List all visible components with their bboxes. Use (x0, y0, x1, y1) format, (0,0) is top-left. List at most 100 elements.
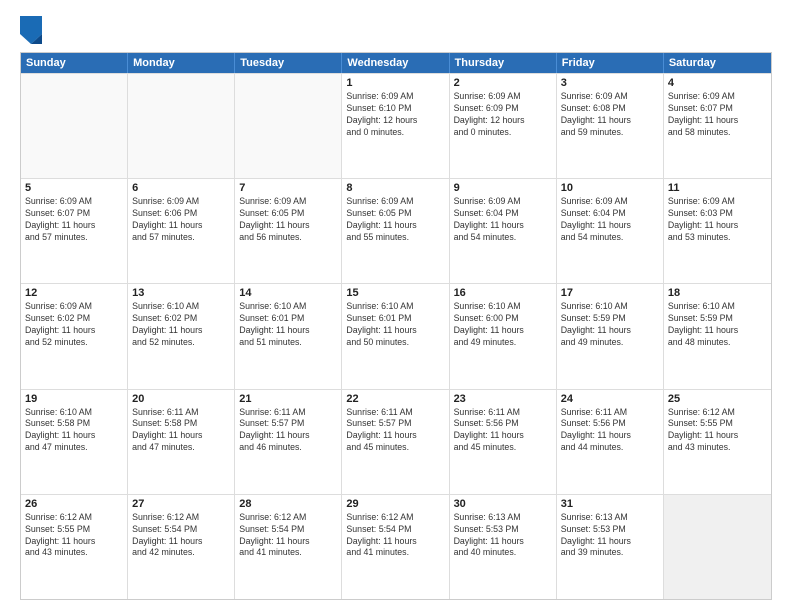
cell-info: Sunrise: 6:09 AMSunset: 6:03 PMDaylight:… (668, 196, 767, 244)
day-number: 4 (668, 77, 767, 89)
cell-info: Sunrise: 6:10 AMSunset: 6:01 PMDaylight:… (346, 301, 444, 349)
day-number: 28 (239, 498, 337, 510)
cal-header-sunday: Sunday (21, 53, 128, 73)
cell-info: Sunrise: 6:11 AMSunset: 5:57 PMDaylight:… (346, 407, 444, 455)
day-number: 13 (132, 287, 230, 299)
cell-info: Sunrise: 6:09 AMSunset: 6:07 PMDaylight:… (25, 196, 123, 244)
cell-info: Sunrise: 6:10 AMSunset: 6:02 PMDaylight:… (132, 301, 230, 349)
cell-info: Sunrise: 6:10 AMSunset: 6:01 PMDaylight:… (239, 301, 337, 349)
cal-cell-24: 24 Sunrise: 6:11 AMSunset: 5:56 PMDayligh… (557, 390, 664, 494)
day-number: 25 (668, 393, 767, 405)
cal-cell-empty-4-6 (664, 495, 771, 599)
cell-info: Sunrise: 6:13 AMSunset: 5:53 PMDaylight:… (454, 512, 552, 560)
day-number: 15 (346, 287, 444, 299)
day-number: 1 (346, 77, 444, 89)
cal-cell-23: 23 Sunrise: 6:11 AMSunset: 5:56 PMDayligh… (450, 390, 557, 494)
day-number: 2 (454, 77, 552, 89)
cell-info: Sunrise: 6:09 AMSunset: 6:04 PMDaylight:… (454, 196, 552, 244)
cal-cell-6: 6 Sunrise: 6:09 AMSunset: 6:06 PMDaylight… (128, 179, 235, 283)
cal-cell-12: 12 Sunrise: 6:09 AMSunset: 6:02 PMDayligh… (21, 284, 128, 388)
cell-info: Sunrise: 6:10 AMSunset: 6:00 PMDaylight:… (454, 301, 552, 349)
cell-info: Sunrise: 6:12 AMSunset: 5:54 PMDaylight:… (132, 512, 230, 560)
cal-cell-empty-0-1 (128, 74, 235, 178)
cal-cell-8: 8 Sunrise: 6:09 AMSunset: 6:05 PMDaylight… (342, 179, 449, 283)
cal-cell-5: 5 Sunrise: 6:09 AMSunset: 6:07 PMDaylight… (21, 179, 128, 283)
day-number: 23 (454, 393, 552, 405)
cal-cell-3: 3Sunrise: 6:09 AMSunset: 6:08 PMDaylight… (557, 74, 664, 178)
cell-info: Sunrise: 6:10 AMSunset: 5:58 PMDaylight:… (25, 407, 123, 455)
day-number: 24 (561, 393, 659, 405)
day-number: 8 (346, 182, 444, 194)
cal-cell-29: 29Sunrise: 6:12 AMSunset: 5:54 PMDayligh… (342, 495, 449, 599)
cal-cell-17: 17 Sunrise: 6:10 AMSunset: 5:59 PMDayligh… (557, 284, 664, 388)
cal-cell-15: 15 Sunrise: 6:10 AMSunset: 6:01 PMDayligh… (342, 284, 449, 388)
cal-header-saturday: Saturday (664, 53, 771, 73)
cell-info: Sunrise: 6:12 AMSunset: 5:54 PMDaylight:… (346, 512, 444, 560)
day-number: 19 (25, 393, 123, 405)
cal-header-thursday: Thursday (450, 53, 557, 73)
cell-info: Sunrise: 6:09 AMSunset: 6:10 PMDaylight:… (346, 91, 444, 139)
cell-info: Sunrise: 6:09 AMSunset: 6:05 PMDaylight:… (346, 196, 444, 244)
cal-week-5: 26 Sunrise: 6:12 AMSunset: 5:55 PMDayligh… (21, 494, 771, 599)
cell-info: Sunrise: 6:09 AMSunset: 6:02 PMDaylight:… (25, 301, 123, 349)
cell-info: Sunrise: 6:10 AMSunset: 5:59 PMDaylight:… (668, 301, 767, 349)
cell-info: Sunrise: 6:11 AMSunset: 5:56 PMDaylight:… (454, 407, 552, 455)
cell-info: Sunrise: 6:09 AMSunset: 6:04 PMDaylight:… (561, 196, 659, 244)
cal-cell-30: 30 Sunrise: 6:13 AMSunset: 5:53 PMDayligh… (450, 495, 557, 599)
cal-cell-4: 4 Sunrise: 6:09 AMSunset: 6:07 PMDaylight… (664, 74, 771, 178)
cell-info: Sunrise: 6:12 AMSunset: 5:55 PMDaylight:… (25, 512, 123, 560)
cal-week-3: 12 Sunrise: 6:09 AMSunset: 6:02 PMDayligh… (21, 283, 771, 388)
cell-info: Sunrise: 6:12 AMSunset: 5:55 PMDaylight:… (668, 407, 767, 455)
cell-info: Sunrise: 6:09 AMSunset: 6:05 PMDaylight:… (239, 196, 337, 244)
cell-info: Sunrise: 6:09 AMSunset: 6:06 PMDaylight:… (132, 196, 230, 244)
cal-header-friday: Friday (557, 53, 664, 73)
calendar-header-row: SundayMondayTuesdayWednesdayThursdayFrid… (21, 53, 771, 73)
cal-cell-2: 2 Sunrise: 6:09 AMSunset: 6:09 PMDaylight… (450, 74, 557, 178)
cal-cell-22: 22 Sunrise: 6:11 AMSunset: 5:57 PMDayligh… (342, 390, 449, 494)
day-number: 7 (239, 182, 337, 194)
day-number: 27 (132, 498, 230, 510)
day-number: 30 (454, 498, 552, 510)
cell-info: Sunrise: 6:09 AMSunset: 6:07 PMDaylight:… (668, 91, 767, 139)
day-number: 6 (132, 182, 230, 194)
cal-cell-27: 27 Sunrise: 6:12 AMSunset: 5:54 PMDayligh… (128, 495, 235, 599)
cal-cell-21: 21Sunrise: 6:11 AMSunset: 5:57 PMDayligh… (235, 390, 342, 494)
cal-header-tuesday: Tuesday (235, 53, 342, 73)
cal-week-1: 1 Sunrise: 6:09 AMSunset: 6:10 PMDaylight… (21, 73, 771, 178)
cal-cell-14: 14Sunrise: 6:10 AMSunset: 6:01 PMDayligh… (235, 284, 342, 388)
day-number: 3 (561, 77, 659, 89)
cal-cell-13: 13 Sunrise: 6:10 AMSunset: 6:02 PMDayligh… (128, 284, 235, 388)
cell-info: Sunrise: 6:13 AMSunset: 5:53 PMDaylight:… (561, 512, 659, 560)
cal-header-wednesday: Wednesday (342, 53, 449, 73)
cal-cell-10: 10Sunrise: 6:09 AMSunset: 6:04 PMDayligh… (557, 179, 664, 283)
day-number: 11 (668, 182, 767, 194)
cal-cell-25: 25 Sunrise: 6:12 AMSunset: 5:55 PMDayligh… (664, 390, 771, 494)
day-number: 18 (668, 287, 767, 299)
cell-info: Sunrise: 6:11 AMSunset: 5:56 PMDaylight:… (561, 407, 659, 455)
cal-cell-19: 19 Sunrise: 6:10 AMSunset: 5:58 PMDayligh… (21, 390, 128, 494)
calendar: SundayMondayTuesdayWednesdayThursdayFrid… (20, 52, 772, 600)
cell-info: Sunrise: 6:11 AMSunset: 5:57 PMDaylight:… (239, 407, 337, 455)
day-number: 26 (25, 498, 123, 510)
header (20, 16, 772, 44)
page: SundayMondayTuesdayWednesdayThursdayFrid… (0, 0, 792, 612)
day-number: 17 (561, 287, 659, 299)
day-number: 12 (25, 287, 123, 299)
cal-cell-11: 11 Sunrise: 6:09 AMSunset: 6:03 PMDayligh… (664, 179, 771, 283)
cell-info: Sunrise: 6:12 AMSunset: 5:54 PMDaylight:… (239, 512, 337, 560)
cal-cell-1: 1 Sunrise: 6:09 AMSunset: 6:10 PMDaylight… (342, 74, 449, 178)
cal-week-2: 5 Sunrise: 6:09 AMSunset: 6:07 PMDaylight… (21, 178, 771, 283)
day-number: 20 (132, 393, 230, 405)
cal-cell-20: 20 Sunrise: 6:11 AMSunset: 5:58 PMDayligh… (128, 390, 235, 494)
cal-cell-9: 9Sunrise: 6:09 AMSunset: 6:04 PMDaylight… (450, 179, 557, 283)
calendar-body: 1 Sunrise: 6:09 AMSunset: 6:10 PMDaylight… (21, 73, 771, 599)
day-number: 16 (454, 287, 552, 299)
day-number: 5 (25, 182, 123, 194)
cal-header-monday: Monday (128, 53, 235, 73)
cell-info: Sunrise: 6:10 AMSunset: 5:59 PMDaylight:… (561, 301, 659, 349)
day-number: 22 (346, 393, 444, 405)
cell-info: Sunrise: 6:09 AMSunset: 6:09 PMDaylight:… (454, 91, 552, 139)
cal-cell-26: 26 Sunrise: 6:12 AMSunset: 5:55 PMDayligh… (21, 495, 128, 599)
cell-info: Sunrise: 6:11 AMSunset: 5:58 PMDaylight:… (132, 407, 230, 455)
day-number: 31 (561, 498, 659, 510)
